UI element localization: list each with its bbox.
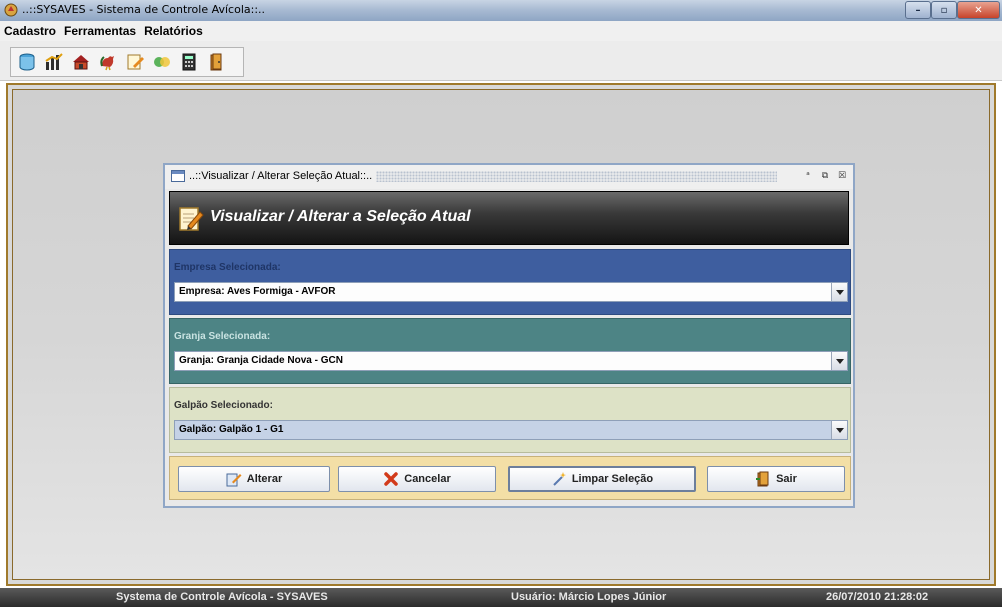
app-window: ..::SYSAVES - Sistema de Controle Avícol… xyxy=(0,0,1002,607)
toolbar-edit-button[interactable] xyxy=(123,50,147,74)
status-user: Usuário: Márcio Lopes Júnior xyxy=(511,591,667,603)
dialog-title: ..::Visualizar / Alterar Seleção Atual::… xyxy=(189,170,377,182)
close-button[interactable]: ✕ xyxy=(957,1,1000,19)
status-bar: Systema de Controle Avícola - SYSAVES Us… xyxy=(0,588,1002,607)
chart-icon xyxy=(45,53,63,70)
empresa-select[interactable]: Empresa: Aves Formiga - AVFOR xyxy=(174,282,848,302)
house-icon xyxy=(73,55,89,70)
magic-wand-icon xyxy=(553,472,566,486)
dialog-header-banner: Visualizar / Alterar a Seleção Atual xyxy=(169,191,849,245)
sair-label: Sair xyxy=(776,473,797,485)
iconify-button[interactable]: ᵃ xyxy=(801,170,815,183)
empresa-section: Empresa Selecionada: Empresa: Aves Formi… xyxy=(169,249,851,315)
menu-bar: Cadastro Ferramentas Relatórios xyxy=(0,21,1002,41)
edit-icon xyxy=(226,473,242,487)
exit-door-icon xyxy=(756,471,769,487)
exit-door-icon xyxy=(210,53,222,71)
title-bar-texture xyxy=(355,171,777,182)
cancel-x-icon xyxy=(384,472,398,486)
menu-relatorios[interactable]: Relatórios xyxy=(144,24,203,38)
toolbar-rooster-button[interactable] xyxy=(96,50,120,74)
sair-button[interactable]: Sair xyxy=(707,466,845,492)
galpao-section: Galpão Selecionado: Galpão: Galpão 1 - G… xyxy=(169,387,851,453)
minimize-button[interactable]: – xyxy=(905,1,931,19)
edit-note-icon xyxy=(127,54,144,70)
galpao-select[interactable]: Galpão: Galpão 1 - G1 xyxy=(174,420,848,440)
menu-ferramentas[interactable]: Ferramentas xyxy=(64,24,136,38)
galpao-label: Galpão Selecionado: xyxy=(174,400,273,411)
toolbar xyxy=(0,41,1002,81)
granja-value: Granja: Granja Cidade Nova - GCN xyxy=(179,355,343,366)
restore-button[interactable]: ⧉ xyxy=(818,170,832,183)
empresa-value: Empresa: Aves Formiga - AVFOR xyxy=(179,286,336,297)
alterar-button[interactable]: Alterar xyxy=(178,466,330,492)
menu-cadastro[interactable]: Cadastro xyxy=(4,24,56,38)
dialog-close-button[interactable]: ☒ xyxy=(835,170,849,183)
cancelar-label: Cancelar xyxy=(404,473,451,485)
granja-section: Granja Selecionada: Granja: Granja Cidad… xyxy=(169,318,851,384)
dialog-controls: ᵃ ⧉ ☒ xyxy=(798,170,849,183)
chevron-down-icon[interactable] xyxy=(831,352,847,370)
granja-label: Granja Selecionada: xyxy=(174,331,271,342)
window-icon xyxy=(171,170,185,182)
toolbar-exit-button[interactable] xyxy=(204,50,228,74)
status-datetime: 26/07/2010 21:28:02 xyxy=(826,591,929,603)
cancelar-button[interactable]: Cancelar xyxy=(338,466,496,492)
dialog-heading: Visualizar / Alterar a Seleção Atual xyxy=(210,208,471,225)
transfer-icon xyxy=(154,57,170,67)
limpar-selecao-label: Limpar Seleção xyxy=(571,473,654,485)
rooster-icon xyxy=(100,56,114,71)
chevron-down-icon[interactable] xyxy=(831,283,847,301)
window-title: ..::SYSAVES - Sistema de Controle Avícol… xyxy=(22,3,266,16)
selection-dialog: ..::Visualizar / Alterar Seleção Atual::… xyxy=(163,163,855,508)
dialog-title-bar[interactable]: ..::Visualizar / Alterar Seleção Atual::… xyxy=(165,165,853,189)
alterar-label: Alterar xyxy=(246,473,283,485)
window-controls: – ▫ ✕ xyxy=(905,1,1000,19)
edit-note-icon xyxy=(179,207,204,231)
toolbar-transfer-button[interactable] xyxy=(150,50,174,74)
galpao-value: Galpão: Galpão 1 - G1 xyxy=(179,424,284,435)
toolbar-group xyxy=(10,47,244,77)
status-system-name: Systema de Controle Avícola - SYSAVES xyxy=(116,591,328,603)
app-logo-icon xyxy=(4,3,18,17)
granja-select[interactable]: Granja: Granja Cidade Nova - GCN xyxy=(174,351,848,371)
action-button-bar: Alterar Cancelar Limpar Seleção Sair xyxy=(169,456,851,500)
maximize-button[interactable]: ▫ xyxy=(931,1,957,19)
chevron-down-icon[interactable] xyxy=(831,421,847,439)
toolbar-calculator-button[interactable] xyxy=(177,50,201,74)
limpar-selecao-button[interactable]: Limpar Seleção xyxy=(508,466,696,492)
title-bar: ..::SYSAVES - Sistema de Controle Avícol… xyxy=(0,0,1002,21)
database-icon xyxy=(19,53,35,71)
toolbar-house-button[interactable] xyxy=(69,50,93,74)
toolbar-database-button[interactable] xyxy=(15,50,39,74)
calculator-icon xyxy=(182,53,196,71)
toolbar-chart-button[interactable] xyxy=(42,50,66,74)
empresa-label: Empresa Selecionada: xyxy=(174,262,281,273)
